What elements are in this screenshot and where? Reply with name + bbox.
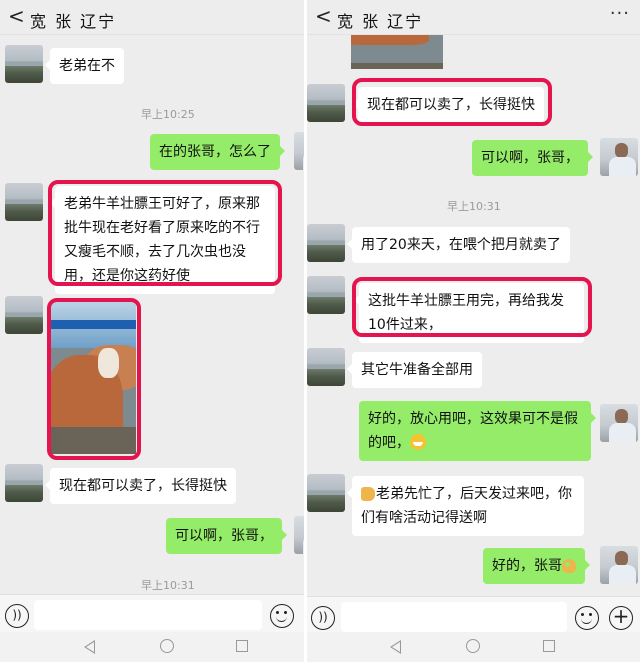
voice-icon[interactable]: ))	[5, 604, 29, 628]
chat-title: 宽 张 辽宁	[337, 12, 424, 31]
emoji-icon[interactable]	[270, 604, 294, 628]
outgoing-message[interactable]: 好的，放心用吧，这效果可不是假的吧，	[359, 401, 596, 461]
highlight-frame	[47, 298, 141, 460]
back-icon[interactable]: <	[8, 6, 25, 26]
incoming-message[interactable]: 现在都可以卖了，长得挺快	[45, 468, 236, 504]
highlight-frame	[352, 277, 592, 337]
ok-hand-emoji-icon	[562, 559, 576, 573]
my-avatar[interactable]	[600, 404, 638, 442]
contact-avatar[interactable]	[307, 224, 345, 262]
timestamp: 早上10:25	[141, 108, 195, 121]
contact-avatar[interactable]	[5, 45, 43, 83]
contact-avatar[interactable]	[5, 183, 43, 221]
message-composer: )) +	[307, 596, 640, 637]
more-icon[interactable]: ···	[610, 3, 630, 24]
outgoing-message[interactable]: 可以啊，张哥，	[472, 140, 593, 176]
voice-icon[interactable]: ))	[311, 606, 335, 630]
my-avatar[interactable]	[600, 546, 638, 584]
nav-recent-icon[interactable]	[236, 640, 248, 652]
nav-home-icon[interactable]	[160, 639, 174, 653]
timestamp: 早上10:31	[141, 579, 195, 592]
my-avatar[interactable]	[600, 138, 638, 176]
grin-emoji-icon	[410, 434, 426, 450]
incoming-message[interactable]: 用了20来天，在喂个把月就卖了	[347, 227, 570, 263]
contact-avatar[interactable]	[307, 474, 345, 512]
contact-avatar[interactable]	[307, 276, 345, 314]
timestamp: 早上10:31	[447, 200, 501, 213]
incoming-message[interactable]: 老弟在不	[45, 48, 124, 84]
contact-avatar[interactable]	[307, 84, 345, 122]
chat-header: < 宽 张 辽宁 ···	[307, 0, 640, 35]
photo-message-cropped[interactable]	[351, 35, 443, 69]
my-avatar[interactable]	[294, 516, 304, 554]
thumbs-up-emoji-icon	[361, 487, 375, 501]
message-composer: ))	[0, 594, 304, 635]
plus-icon[interactable]: +	[609, 606, 633, 630]
contact-avatar[interactable]	[5, 296, 43, 334]
left-chat-screen: < 宽 张 辽宁 老弟在不 早上10:25 在的张哥，怎么了 老弟牛羊壮膘王可好…	[0, 0, 304, 662]
emoji-icon[interactable]	[575, 606, 599, 630]
nav-home-icon[interactable]	[466, 639, 480, 653]
highlight-frame	[48, 180, 282, 286]
outgoing-message[interactable]: 好的，张哥	[483, 548, 590, 584]
incoming-message[interactable]: 老弟先忙了，后天发过来吧，你们有啥活动记得送啊	[347, 476, 584, 536]
nav-recent-icon[interactable]	[543, 640, 555, 652]
back-icon[interactable]: <	[315, 6, 332, 26]
message-input[interactable]	[341, 602, 567, 632]
outgoing-message[interactable]: 可以啊，张哥，	[166, 518, 287, 554]
contact-avatar[interactable]	[5, 464, 43, 502]
contact-avatar[interactable]	[307, 348, 345, 386]
nav-back-icon[interactable]	[84, 640, 95, 654]
nav-back-icon[interactable]	[390, 640, 401, 654]
system-nav-bar	[307, 632, 640, 662]
message-input[interactable]	[34, 600, 262, 630]
incoming-message[interactable]: 其它牛准备全部用	[347, 352, 482, 388]
chat-header: < 宽 张 辽宁	[0, 0, 304, 35]
outgoing-message[interactable]: 在的张哥，怎么了	[150, 134, 285, 170]
system-nav-bar	[0, 632, 304, 662]
right-chat-screen: < 宽 张 辽宁 ··· 现在都可以卖了，长得挺快 可以啊，张哥， 早上10:3…	[307, 0, 640, 662]
highlight-frame	[352, 78, 552, 126]
my-avatar[interactable]	[294, 132, 304, 170]
chat-title: 宽 张 辽宁	[30, 12, 117, 31]
